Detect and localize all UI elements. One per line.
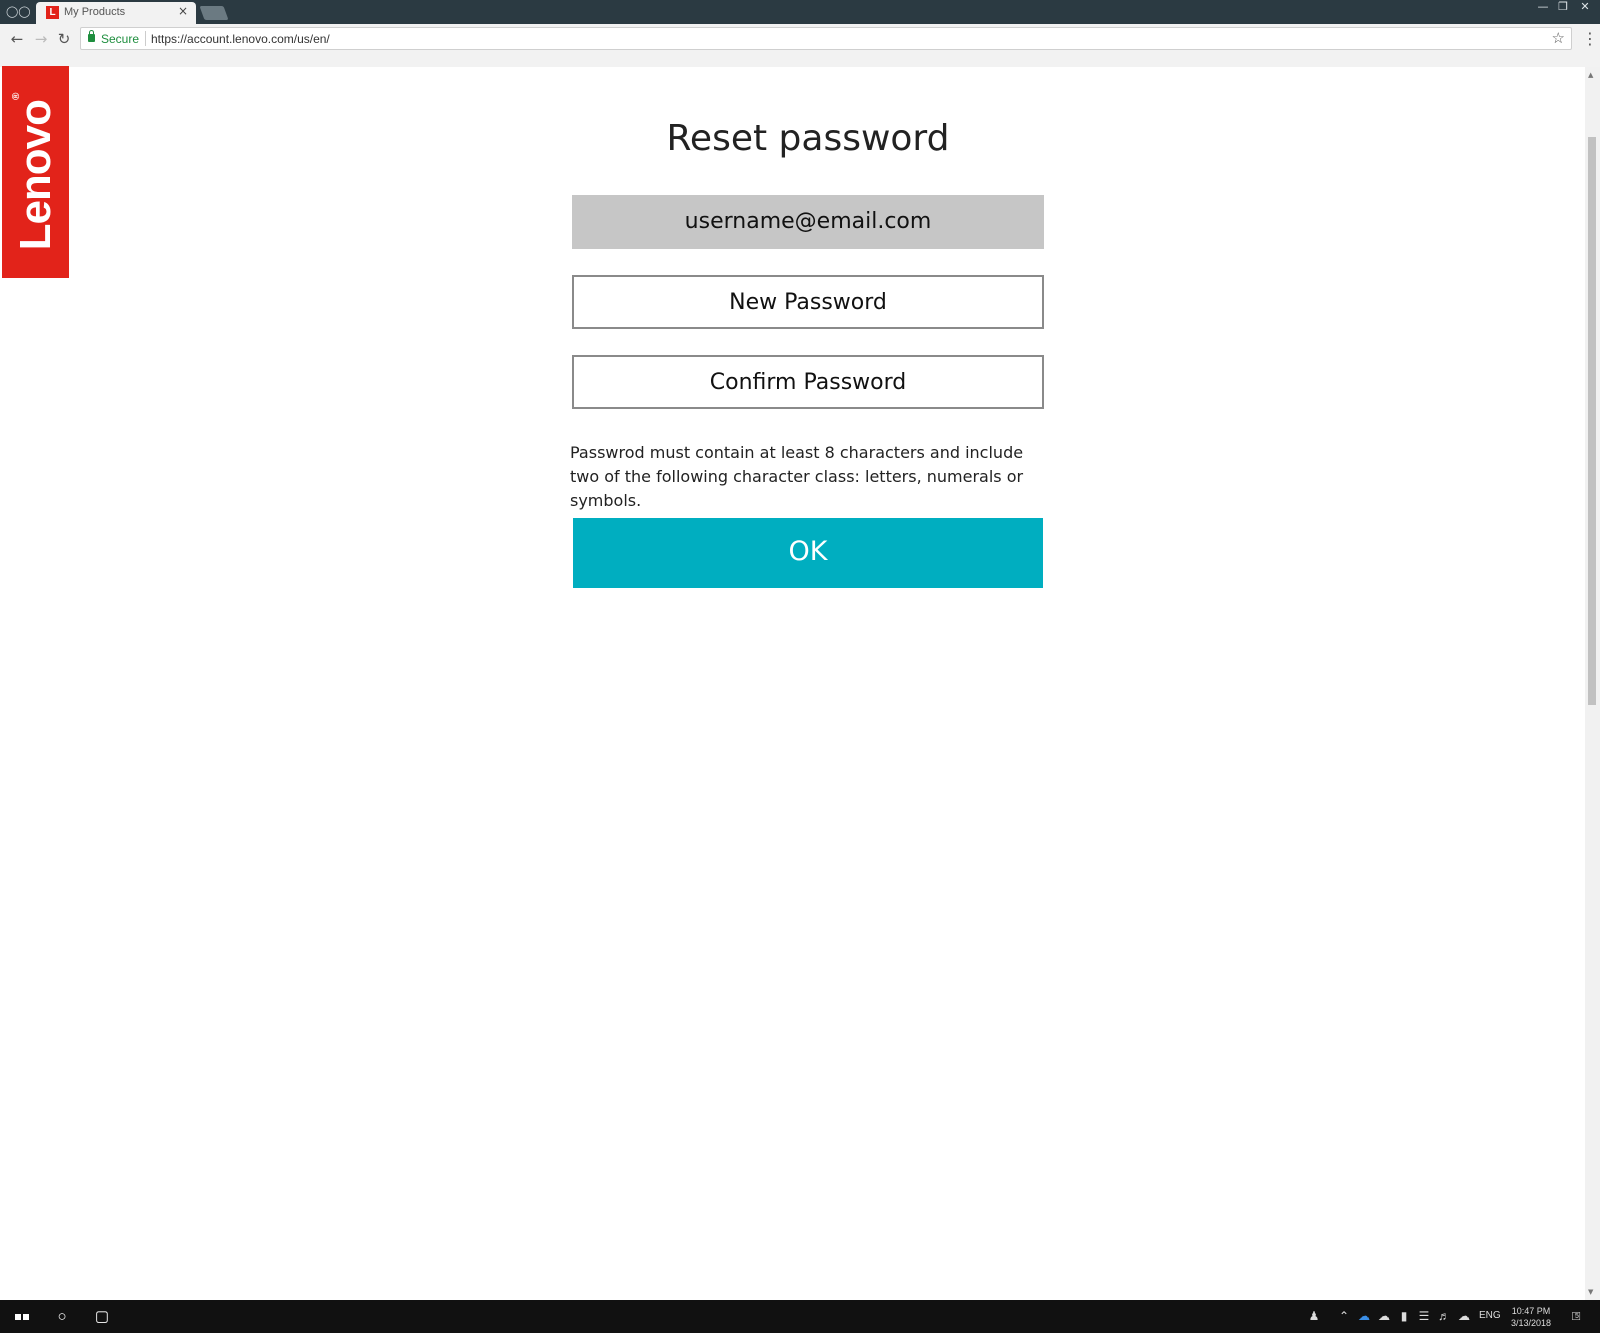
scroll-up-icon[interactable]: ▲ [1588,71,1593,79]
email-field[interactable]: username@email.com [572,195,1044,249]
incognito-icon: ◯◯ [6,5,31,18]
volume-icon[interactable]: ♬ [1436,1308,1452,1324]
page-scrollbar[interactable]: ▲ ▼ [1585,67,1600,1300]
chevron-up-icon[interactable]: ⌃ [1336,1308,1352,1324]
scroll-thumb[interactable] [1588,137,1596,705]
lock-icon [88,30,95,42]
language-indicator[interactable]: ENG [1479,1310,1501,1321]
lenovo-logo-text: Lenovo® [10,93,60,251]
wifi-icon[interactable]: ☰ [1416,1308,1432,1324]
new-password-input[interactable]: New Password [572,275,1044,329]
notification-count: 5 [1575,1313,1579,1320]
clock-date: 3/13/2018 [1510,1318,1552,1328]
address-bar[interactable]: Secure https://account.lenovo.com/us/en/… [80,27,1572,50]
browser-menu-icon[interactable]: ⋮ [1582,28,1598,50]
lenovo-logo[interactable]: Lenovo® [2,66,69,278]
confirm-password-input[interactable]: Confirm Password [572,355,1044,409]
reload-icon[interactable]: ↻ [53,28,75,50]
upload-cloud-icon[interactable]: ☁ [1456,1308,1472,1324]
browser-toolbar: ← → ↻ Secure https://account.lenovo.com/… [0,24,1600,54]
new-tab-button[interactable] [199,6,229,20]
scroll-down-icon[interactable]: ▼ [1588,1288,1593,1296]
page-title: Reset password [666,118,950,159]
battery-icon[interactable]: ▮ [1396,1308,1412,1324]
windows-taskbar: ○ ▢ ♟ ⌃ ☁ ☁ ▮ ☰ ♬ ☁ ENG 10:47 PM 3/13/20… [0,1300,1600,1333]
browser-titlebar: ◯◯ L My Products × — ❐ ✕ [0,0,1600,24]
forward-arrow-icon[interactable]: → [30,28,52,50]
search-circle-icon[interactable]: ○ [44,1300,80,1333]
browser-tab[interactable]: L My Products × [36,2,196,24]
lenovo-favicon-icon: L [46,6,59,19]
url-text[interactable]: https://account.lenovo.com/us/en/ [151,32,330,46]
taskbar-clock[interactable]: 10:47 PM 3/13/2018 [1505,1305,1557,1329]
clock-time: 10:47 PM [1511,1306,1551,1316]
cloud-icon[interactable]: ☁ [1376,1308,1392,1324]
password-rule-text: Passwrod must contain at least 8 charact… [570,443,1024,510]
onedrive-icon[interactable]: ☁ [1356,1308,1372,1324]
tab-title: My Products [64,6,126,18]
ok-button[interactable]: OK [573,518,1043,588]
url-separator [145,31,146,46]
tab-close-icon[interactable]: × [178,4,188,18]
secure-label: Secure [101,32,140,46]
task-view-icon[interactable]: ▢ [84,1300,120,1333]
notification-center-icon[interactable]: □ 5 [1568,1308,1584,1324]
bookmark-star-icon[interactable]: ☆ [1552,29,1565,47]
people-icon[interactable]: ♟ [1306,1308,1322,1324]
close-window-icon[interactable]: ✕ [1574,0,1596,16]
toolbar-bottom-strip [0,54,1600,67]
minimize-icon[interactable]: — [1532,0,1554,16]
windows-start-icon[interactable] [4,1300,40,1333]
back-arrow-icon[interactable]: ← [6,28,28,50]
restore-icon[interactable]: ❐ [1552,0,1574,16]
